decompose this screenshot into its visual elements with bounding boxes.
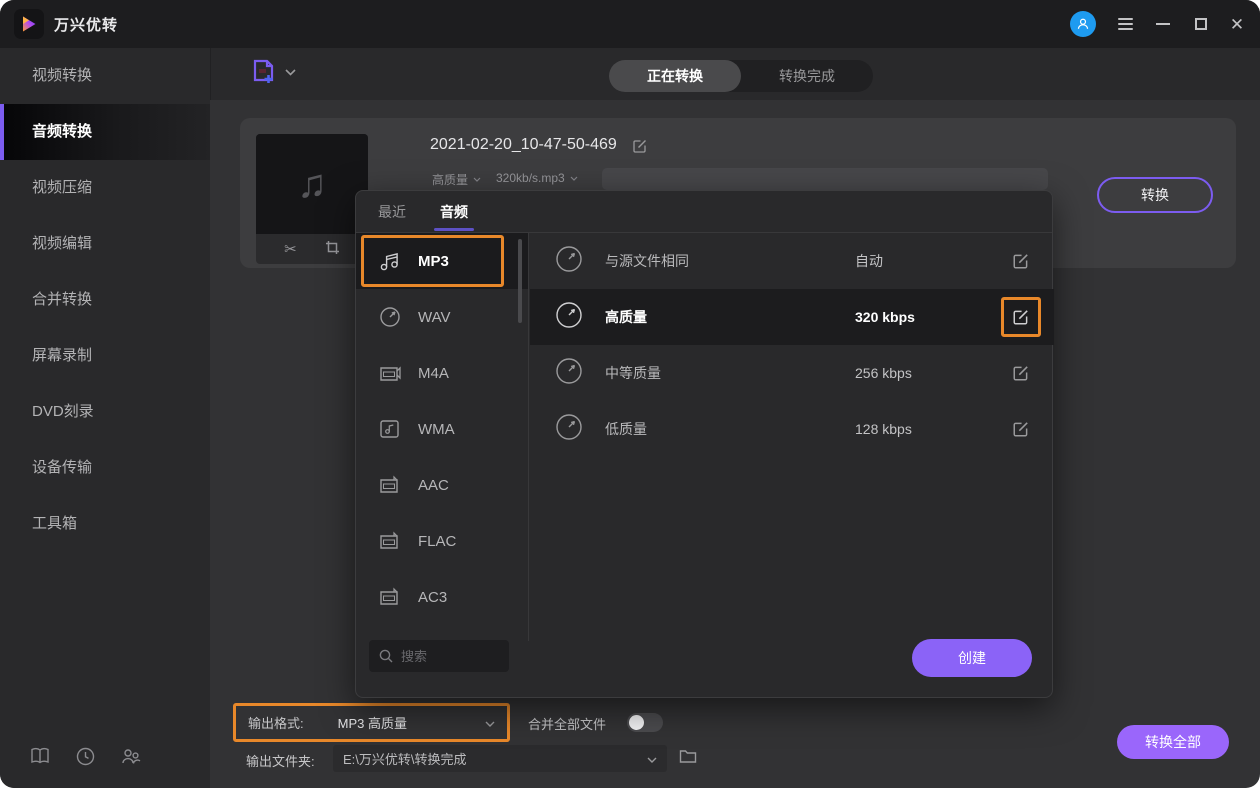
rename-edit-icon[interactable]: [632, 138, 648, 159]
format-item-mp3[interactable]: MP3: [356, 233, 528, 289]
format-popup-tabs: 最近 音频: [356, 191, 1052, 233]
output-format-dropdown[interactable]: 输出格式: MP3 高质量: [233, 703, 510, 742]
gauge-icon: [555, 301, 583, 334]
source-quality-dropdown[interactable]: 高质量: [432, 171, 481, 188]
gauge-icon: [555, 357, 583, 390]
music-note-icon: ♫: [256, 134, 368, 234]
sidebar-item-video-compress[interactable]: 视频压缩: [0, 160, 210, 216]
menu-icon[interactable]: [1114, 14, 1136, 34]
convert-button[interactable]: 转换: [1097, 177, 1213, 213]
search-input[interactable]: [401, 648, 496, 664]
app-logo-icon: [14, 9, 44, 39]
merge-files-label: 合并全部文件: [528, 717, 607, 732]
format-list-scrollbar[interactable]: [518, 239, 522, 323]
output-format-label: 输出格式:: [248, 716, 304, 731]
chevron-down-icon: [285, 68, 296, 76]
clock-icon[interactable]: [76, 747, 95, 766]
quality-list: 与源文件相同 自动 高质量 320 kbps 中等质量 256 kbps 低质量: [530, 233, 1054, 457]
aac-file-icon: [380, 475, 398, 493]
gauge-icon: [555, 245, 583, 278]
format-item-m4a[interactable]: M4A: [356, 345, 528, 401]
chevron-down-icon: [485, 714, 495, 732]
chevron-down-icon: [570, 176, 578, 181]
m4a-file-icon: [380, 366, 401, 381]
task-tabs: 正在转换 转换完成: [609, 60, 873, 92]
convert-all-button[interactable]: 转换全部: [1117, 725, 1229, 759]
tab-audio[interactable]: 音频: [434, 191, 474, 233]
format-item-flac[interactable]: FLAC: [356, 513, 528, 569]
app-title: 万兴优转: [54, 17, 119, 34]
format-list: MP3 WAV M4A WMA AAC FLAC AC3: [356, 233, 529, 641]
close-icon[interactable]: ✕: [1226, 14, 1248, 34]
format-item-ac3[interactable]: AC3: [356, 569, 528, 625]
book-icon[interactable]: [30, 747, 50, 766]
sidebar-item-merge-convert[interactable]: 合并转换: [0, 272, 210, 328]
sidebar-item-video-convert[interactable]: 视频转换: [0, 48, 210, 104]
add-file-button[interactable]: [251, 58, 296, 86]
merge-files-toggle[interactable]: [627, 713, 663, 732]
quality-row-same-as-source[interactable]: 与源文件相同 自动: [530, 233, 1054, 289]
flac-file-icon: [380, 531, 398, 549]
content-header: 正在转换 转换完成: [210, 48, 1260, 100]
mp3-music-icon: [380, 253, 398, 271]
maximize-icon[interactable]: [1190, 14, 1212, 34]
wav-gauge-icon: [380, 307, 400, 327]
output-folder-path: E:\万兴优转\转换完成: [343, 752, 467, 767]
sidebar-item-device-transfer[interactable]: 设备传输: [0, 440, 210, 496]
format-search-box: [369, 640, 509, 672]
ac3-file-icon: [380, 587, 398, 605]
file-name: 2021-02-20_10-47-50-469: [430, 136, 617, 153]
create-button[interactable]: 创建: [912, 639, 1032, 677]
sidebar-bottom-icons: [0, 747, 210, 766]
app-window: 万兴优转 ✕ 视频转换 音频转换 视频压缩 视频编辑 合并转换 屏幕录制 DVD…: [0, 0, 1260, 788]
thumbnail-toolbar: ✂: [256, 234, 368, 264]
titlebar: 万兴优转 ✕: [0, 0, 1260, 48]
tab-recent[interactable]: 最近: [378, 191, 406, 233]
sidebar-item-toolbox[interactable]: 工具箱: [0, 496, 210, 552]
edit-icon[interactable]: [1012, 420, 1030, 443]
format-item-wav[interactable]: WAV: [356, 289, 528, 345]
crop-icon[interactable]: [325, 240, 340, 259]
format-select-popup: 最近 音频 MP3 WAV M4A WMA AAC FLAC AC3 与源文件相…: [355, 190, 1054, 698]
sidebar-item-audio-convert[interactable]: 音频转换: [0, 104, 210, 160]
edit-icon[interactable]: [1012, 364, 1030, 387]
add-file-icon: [253, 59, 274, 83]
sidebar: 视频转换 音频转换 视频压缩 视频编辑 合并转换 屏幕录制 DVD刻录 设备传输…: [0, 48, 210, 788]
sidebar-item-screen-record[interactable]: 屏幕录制: [0, 328, 210, 384]
format-item-aac[interactable]: AAC: [356, 457, 528, 513]
edit-icon[interactable]: [1012, 252, 1030, 275]
trim-scissors-icon[interactable]: ✂: [284, 240, 297, 258]
folder-icon[interactable]: [679, 749, 697, 769]
minimize-icon[interactable]: [1152, 14, 1174, 34]
toggle-knob: [629, 715, 644, 730]
output-folder-label: 输出文件夹:: [246, 754, 315, 769]
sidebar-item-video-edit[interactable]: 视频编辑: [0, 216, 210, 272]
audio-thumbnail: ♫ ✂: [256, 134, 368, 264]
chevron-down-icon: [647, 750, 657, 768]
users-icon[interactable]: [121, 747, 141, 766]
edit-icon[interactable]: [1012, 308, 1030, 331]
tab-converting[interactable]: 正在转换: [609, 60, 741, 92]
sidebar-item-dvd-burn[interactable]: DVD刻录: [0, 384, 210, 440]
quality-row-high[interactable]: 高质量 320 kbps: [530, 289, 1054, 345]
chevron-down-icon: [473, 177, 481, 182]
format-item-wma[interactable]: WMA: [356, 401, 528, 457]
output-folder-dropdown[interactable]: E:\万兴优转\转换完成: [333, 745, 667, 772]
wma-file-icon: [380, 420, 399, 438]
progress-bar: [602, 168, 1048, 190]
search-icon: [379, 649, 393, 663]
quality-row-low[interactable]: 低质量 128 kbps: [530, 401, 1054, 457]
target-format-dropdown[interactable]: 320kb/s.mp3: [496, 171, 578, 185]
gauge-icon: [555, 413, 583, 446]
quality-row-medium[interactable]: 中等质量 256 kbps: [530, 345, 1054, 401]
tab-finished[interactable]: 转换完成: [741, 60, 873, 92]
output-format-value: MP3 高质量: [337, 716, 407, 731]
user-avatar[interactable]: [1070, 11, 1096, 37]
